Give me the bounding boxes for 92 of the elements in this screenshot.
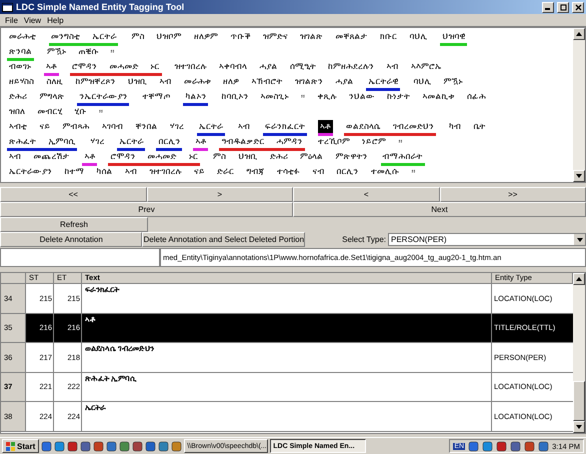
app-icon[interactable] <box>145 440 156 452</box>
app-icon[interactable] <box>106 440 118 452</box>
window-title: LDC Simple Named Entity Tagging Tool <box>16 2 186 12</box>
tagged-word[interactable]: ጽሕፈት ኢምባሲ <box>7 135 78 151</box>
down-arrow-icon <box>576 238 582 242</box>
tagged-word[interactable]: ሮሞዳን መሓመድ ኑር <box>108 150 200 166</box>
close-button[interactable] <box>572 2 584 12</box>
up-arrow-icon <box>576 32 582 36</box>
document-text[interactable]: ዝተገበረሉ ኣቀባብላ ሓያል ሰሚዒት ከምዘሕደረሉን ኣብ ኣእምሮኡ <box>172 60 444 76</box>
menu-item[interactable]: View <box>24 16 42 24</box>
document-text[interactable]: ኣብቲ ናይ ምብጻሕ ኣገባብ ቐንበል ሃገረ <box>7 120 186 136</box>
tagged-word[interactable]: ንኤርትራውያን <box>77 90 130 106</box>
table-cell: ኤርትራ <box>82 402 492 430</box>
nav-button[interactable]: << <box>0 187 146 202</box>
app-icon[interactable] <box>468 440 480 452</box>
app-icon[interactable] <box>54 440 66 452</box>
nav-button[interactable]: < <box>293 187 440 202</box>
tagged-word[interactable]: ፍራንክፈርት <box>262 120 307 136</box>
prev-button[interactable]: Prev <box>0 202 293 217</box>
document-text[interactable]: ድሕሪ ምግላጽ <box>7 90 66 106</box>
app-icon[interactable] <box>119 440 130 452</box>
table-cell: ኣቶ <box>82 314 492 342</box>
up-arrow-icon <box>576 277 582 281</box>
tagged-word[interactable]: ወልደስላሴ ገብረመድህን <box>344 120 436 136</box>
document-text[interactable]: መራሕቲ <box>7 30 38 46</box>
maximize-icon <box>560 4 566 10</box>
tagged-word[interactable]: ኣቶ <box>318 120 333 136</box>
minimize-button[interactable] <box>542 2 554 12</box>
window-icon <box>2 2 13 12</box>
document-text[interactable]: ካብ ቤት <box>447 120 488 136</box>
menu-item[interactable]: Help <box>47 16 64 24</box>
app-icon[interactable] <box>158 440 170 452</box>
app-icon[interactable] <box>496 440 508 452</box>
close-icon <box>574 4 582 10</box>
tagged-word[interactable]: ኤርትራ <box>117 135 146 151</box>
menu-item[interactable]: File <box>5 16 18 24</box>
app-icon[interactable] <box>132 440 144 452</box>
start-button[interactable]: Start <box>2 439 40 453</box>
document-text[interactable]: ተረኺቦም ነይሮም ። <box>316 135 404 151</box>
tagged-word[interactable]: ህዝባዊ <box>440 30 468 46</box>
tagged-word[interactable]: በርሊን <box>156 135 182 151</box>
document-text[interactable]: ምዃኑ ጠቒሱ ። <box>45 45 117 61</box>
tagged-word[interactable]: ዓብዱልቃድር ሓምዳን <box>219 135 305 151</box>
document-text[interactable]: ብወገኑ <box>7 60 33 76</box>
nav-button[interactable]: >> <box>440 187 586 202</box>
document-text[interactable]: ባህሊ ምዃኑ <box>411 75 465 91</box>
table-cell: ወልደስላሴ ገብረመድህን <box>82 343 492 372</box>
next-button[interactable]: Next <box>293 202 586 217</box>
tagged-word[interactable]: ጽንባል <box>7 45 34 61</box>
tagged-word[interactable]: መንግስቲ ኤርትራ <box>49 30 118 46</box>
input-field[interactable] <box>0 248 160 267</box>
app-icon[interactable] <box>80 440 92 452</box>
app-icon[interactable] <box>67 440 78 452</box>
document-text[interactable]: ምስ ህዝቦም ዘለዎም ጥቡቕ ዝምድና ዝገልጽ መቐጸልታ ክቡር ባህሊ <box>129 30 430 46</box>
tagged-word[interactable]: ኤርትራዊ <box>366 75 400 91</box>
scrollbar[interactable] <box>573 28 585 182</box>
tagged-word[interactable]: ኤርትራ <box>196 120 225 136</box>
document-text[interactable]: ኤርትራውያን ከተማ ካሰል ኣብ ዝተገበረሉ ናይ ድራር ግብጃ ተሳቲፉ ናብ በርሊን ተመሊሱ ። <box>7 165 418 181</box>
nav-button[interactable]: > <box>146 187 293 202</box>
app-icon[interactable] <box>524 440 536 452</box>
tagged-word[interactable]: ካልኦን <box>183 90 208 106</box>
delete-and-select-button[interactable]: Delete Annotation and Select Deleted Portion <box>142 232 306 247</box>
document-text[interactable]: ሃገረ <box>88 135 106 151</box>
delete-annotation-button[interactable]: Delete Annotation <box>0 232 142 247</box>
tagged-word[interactable]: ኣቶ <box>193 135 208 151</box>
tagged-word[interactable]: ኣቶ <box>44 60 59 76</box>
document-text[interactable]: ምስ ህዝቢ ድሕሪ ምዕላል ምጽዋትን <box>211 150 370 166</box>
app-icon[interactable] <box>538 440 550 452</box>
down-arrow-icon <box>576 174 582 178</box>
tagged-word[interactable]: ኣቶ <box>82 150 98 166</box>
tagged-word[interactable]: ሮሞዳን መሓመድ ኑር <box>70 60 162 76</box>
table-cell: ጽሕፈት ኢምባሲ <box>82 372 492 401</box>
maximize-button[interactable] <box>557 2 569 12</box>
app-icon[interactable] <box>482 440 494 452</box>
down-arrow-icon <box>576 425 582 429</box>
document-text[interactable]: ተቐማጦ <box>140 90 172 106</box>
app-icon[interactable] <box>510 440 522 452</box>
tagged-word[interactable]: ብማሕበራት <box>380 150 425 166</box>
type-dropdown[interactable]: PERSON(PER) <box>388 233 586 246</box>
document-text[interactable]: ዘይሃስስ ስለዚ ከምዝቐረጾን ህዝቢ ኣብ መራሕቱ ዘለዎ ኣኽብሮት ዝገልጽን ሓያል <box>7 75 356 91</box>
document-text[interactable]: ከባቢኦን ኣመስጊኑ ። ቀጺሉ ንህልው ኩነታት ኣመልኪቱ ሰፊሕ <box>219 90 488 106</box>
app-icon[interactable] <box>171 440 182 452</box>
app-icon[interactable] <box>41 440 52 452</box>
table-cell: ፍራንክፈርት <box>82 284 492 312</box>
windows-logo-icon <box>6 442 15 450</box>
app-icon[interactable] <box>93 440 104 452</box>
scrollbar[interactable] <box>573 273 585 433</box>
document-text[interactable]: ኣብ <box>236 120 252 136</box>
document-text[interactable]: ኣብ መጨረሽታ <box>7 150 72 166</box>
document-text[interactable]: ዝበለ መብርሂ ሂቡ ። <box>7 105 106 121</box>
refresh-button[interactable]: Refresh <box>0 217 148 232</box>
select-type-label: Select Type: <box>342 235 387 244</box>
